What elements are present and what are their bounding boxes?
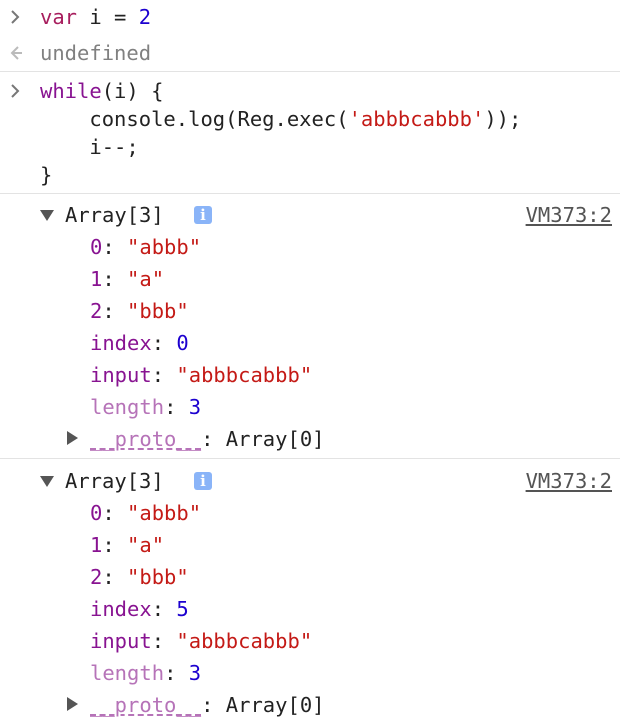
item-value: "bbb" — [127, 299, 189, 323]
code-line-3: i--; — [40, 135, 139, 159]
keyword: var — [40, 5, 78, 29]
property-key: length — [90, 661, 165, 685]
expand-triangle-icon[interactable] — [40, 210, 54, 221]
console-result-undefined: undefined — [40, 41, 152, 65]
code-text: console.log(Reg.exec( — [40, 107, 349, 131]
property-key: length — [90, 395, 165, 419]
array-item: 2: "bbb" — [90, 299, 189, 323]
code-line-2: console.log(Reg.exec('abbbcabbb')); — [40, 104, 521, 134]
property-value: Array[0] — [225, 693, 325, 717]
array-header[interactable]: Array[3] — [65, 466, 164, 496]
expand-triangle-icon[interactable] — [67, 431, 78, 445]
index-property: index: 0 — [90, 331, 189, 355]
code-line-4: } — [40, 163, 53, 187]
item-key: 1 — [90, 267, 103, 291]
property-value: 5 — [176, 597, 189, 621]
info-icon[interactable]: i — [194, 206, 212, 224]
property-value: "abbbcabbb" — [176, 629, 313, 653]
property-key: input — [90, 629, 152, 653]
input-prompt-icon — [11, 10, 20, 24]
property-value: "abbbcabbb" — [176, 363, 313, 387]
property-value: 0 — [176, 331, 189, 355]
property-key: input — [90, 363, 152, 387]
info-icon[interactable]: i — [194, 472, 212, 490]
item-value: "abbb" — [127, 501, 202, 525]
item-value: "bbb" — [127, 565, 189, 589]
expand-triangle-icon[interactable] — [67, 697, 78, 711]
array-header[interactable]: Array[3] — [65, 200, 164, 230]
property-value: Array[0] — [225, 427, 325, 451]
expand-triangle-icon[interactable] — [40, 476, 54, 487]
keyword: while — [40, 79, 102, 103]
number-literal: 2 — [138, 5, 152, 29]
code-text: (i) { — [101, 79, 164, 103]
array-item: 2: "bbb" — [90, 565, 189, 589]
input-property: input: "abbbcabbb" — [90, 629, 313, 653]
code-text: )); — [484, 107, 522, 131]
array-item: 0: "abbb" — [90, 501, 202, 525]
code-line-1: while(i) { — [40, 76, 163, 106]
console-input-line: var i = 2 — [40, 2, 151, 32]
console-separator — [0, 458, 620, 459]
code-text: i = — [77, 5, 139, 29]
source-link[interactable]: VM373:2 — [526, 466, 612, 496]
result-arrow-icon — [10, 46, 22, 60]
item-key: 1 — [90, 533, 103, 557]
input-property: input: "abbbcabbb" — [90, 363, 313, 387]
console-separator — [0, 193, 620, 194]
proto-property[interactable]: __proto__: Array[0] — [90, 424, 325, 454]
item-key: 0 — [90, 235, 103, 259]
property-key: __proto__ — [90, 693, 202, 717]
array-item: 1: "a" — [90, 267, 165, 291]
property-key: index — [90, 331, 152, 355]
length-property: length: 3 — [90, 661, 202, 685]
property-value: 3 — [188, 395, 202, 419]
property-key: index — [90, 597, 152, 621]
item-key: 2 — [90, 565, 103, 589]
item-value: "a" — [127, 533, 165, 557]
item-key: 0 — [90, 501, 103, 525]
input-prompt-icon — [11, 84, 20, 98]
index-property: index: 5 — [90, 597, 189, 621]
array-item: 1: "a" — [90, 533, 165, 557]
string-literal: 'abbbcabbb' — [348, 107, 485, 131]
console-separator — [0, 71, 620, 72]
property-value: 3 — [188, 661, 202, 685]
array-item: 0: "abbb" — [90, 235, 202, 259]
item-value: "a" — [127, 267, 165, 291]
length-property: length: 3 — [90, 395, 202, 419]
item-key: 2 — [90, 299, 103, 323]
property-key: __proto__ — [90, 427, 202, 451]
source-link[interactable]: VM373:2 — [526, 200, 612, 230]
proto-property[interactable]: __proto__: Array[0] — [90, 690, 325, 720]
item-value: "abbb" — [127, 235, 202, 259]
